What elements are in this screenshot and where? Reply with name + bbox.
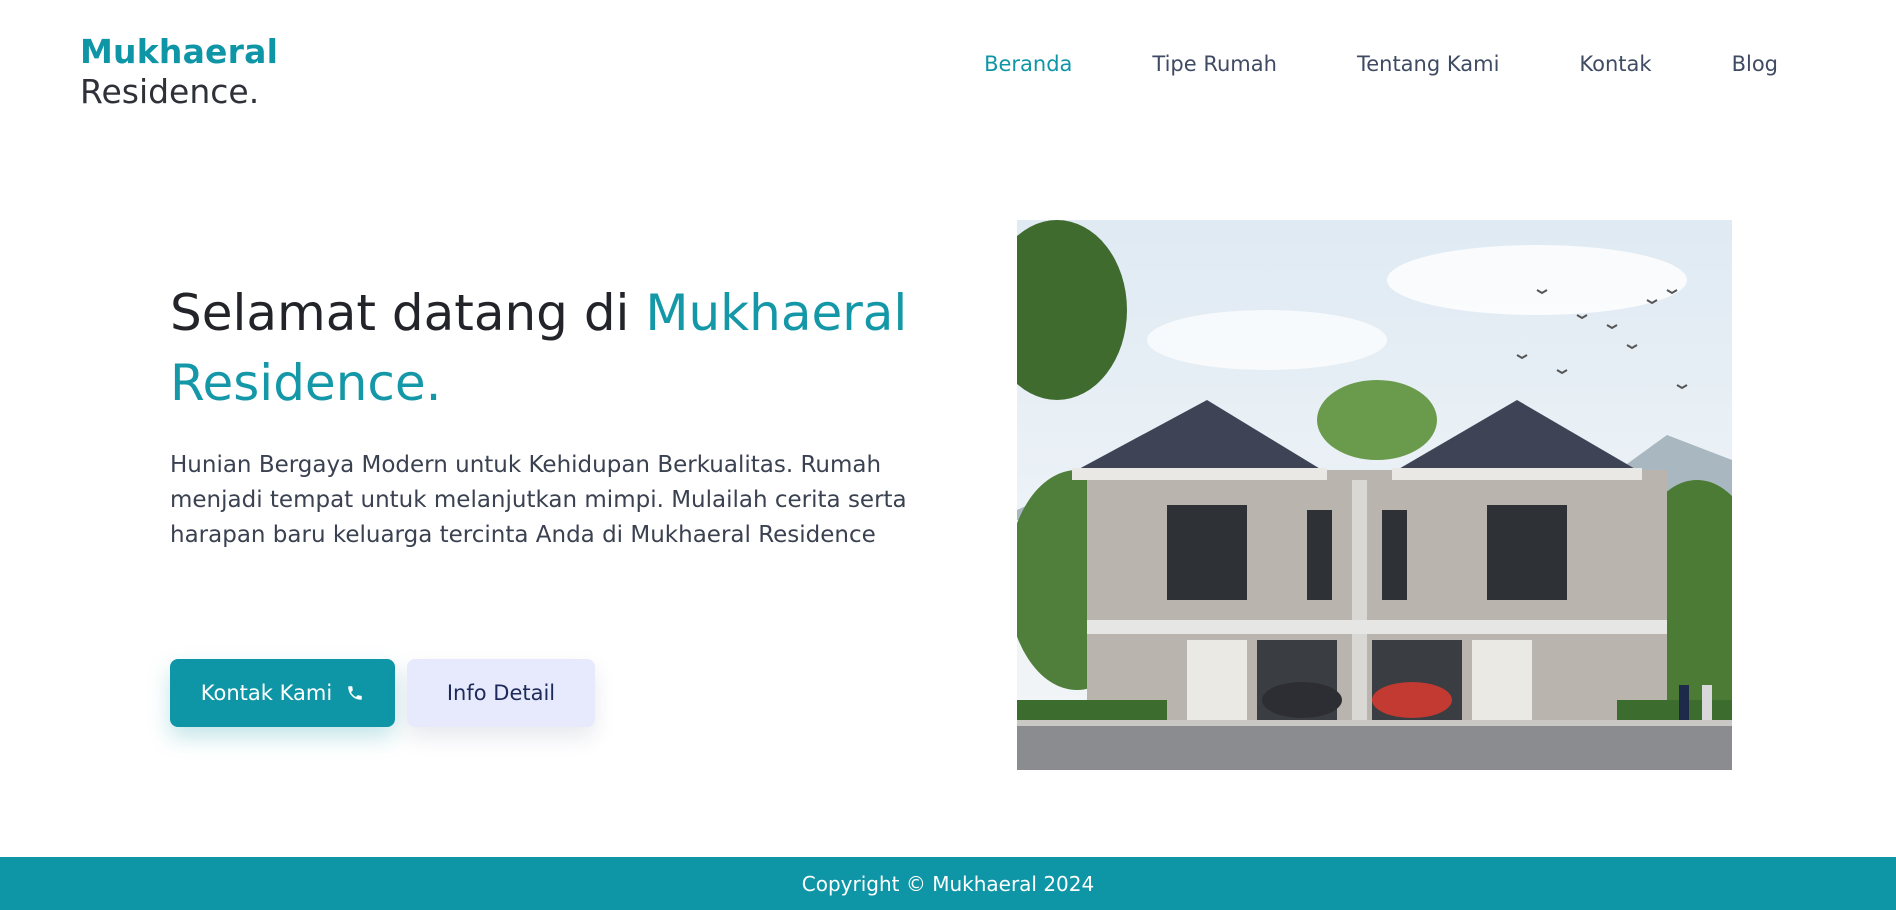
main-nav: Beranda Tipe Rumah Tentang Kami Kontak B… — [904, 52, 1778, 76]
brand-name-line1: Mukhaeral — [80, 32, 279, 71]
nav-item-tipe-rumah[interactable]: Tipe Rumah — [1152, 52, 1277, 76]
phone-icon — [346, 684, 364, 702]
brand-logo[interactable]: Mukhaeral Residence. — [80, 32, 278, 111]
nav-item-beranda[interactable]: Beranda — [984, 52, 1072, 76]
footer: Copyright © Mukhaeral 2024 — [0, 857, 1896, 910]
hero-title-prefix: Selamat datang di — [170, 284, 646, 342]
contact-us-button-label: Kontak Kami — [200, 681, 333, 705]
footer-copyright: Copyright © Mukhaeral 2024 — [801, 871, 1095, 896]
contact-us-button[interactable]: Kontak Kami — [170, 659, 395, 727]
info-detail-button[interactable]: Info Detail — [407, 659, 595, 727]
nav-item-blog[interactable]: Blog — [1732, 52, 1778, 76]
hero-title: Selamat datang di Mukhaeral Residence. — [170, 278, 950, 418]
brand-name-line2: Residence. — [80, 71, 260, 111]
nav-item-kontak[interactable]: Kontak — [1579, 52, 1651, 76]
hero-house-image — [1017, 220, 1732, 770]
nav-item-tentang-kami[interactable]: Tentang Kami — [1357, 52, 1499, 76]
hero-description: Hunian Bergaya Modern untuk Kehidupan Be… — [170, 452, 907, 548]
info-detail-button-label: Info Detail — [446, 681, 556, 705]
